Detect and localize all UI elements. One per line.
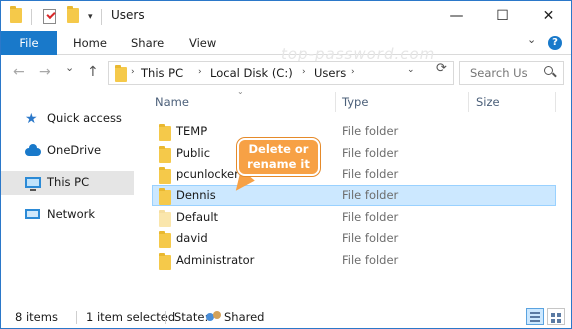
large-icons-view-button[interactable] bbox=[547, 308, 565, 325]
file-type: File folder bbox=[342, 188, 399, 202]
list-item[interactable]: Administrator File folder bbox=[152, 250, 556, 271]
help-icon[interactable]: ? bbox=[548, 36, 562, 50]
sidebar-item-label: OneDrive bbox=[47, 143, 102, 157]
window-title: Users bbox=[111, 8, 145, 22]
list-item[interactable]: TEMP File folder bbox=[152, 121, 556, 142]
crumb-separator: › bbox=[302, 67, 306, 77]
ribbon-expand-icon[interactable]: ⌄ bbox=[527, 28, 536, 52]
file-type: File folder bbox=[342, 253, 399, 267]
file-name: david bbox=[176, 231, 208, 245]
list-item-selected[interactable]: Dennis File folder bbox=[152, 185, 556, 206]
annotation-callout: Delete or rename it bbox=[237, 138, 320, 176]
search-box[interactable]: Search Us bbox=[459, 61, 564, 85]
column-divider[interactable] bbox=[468, 92, 469, 112]
address-dropdown-icon[interactable]: ⌄ bbox=[407, 65, 415, 75]
search-icon[interactable] bbox=[544, 66, 557, 80]
file-type: File folder bbox=[342, 124, 399, 138]
explorer-window: ▾ Users — ☐ ✕ File Home Share View ⌄ ? t… bbox=[0, 0, 572, 329]
title-divider bbox=[101, 9, 102, 25]
list-item[interactable]: Public File folder bbox=[152, 143, 556, 164]
breadcrumb-users[interactable]: Users bbox=[314, 66, 346, 80]
quick-access-dropdown-icon[interactable]: ▾ bbox=[88, 12, 93, 22]
state-label: State: bbox=[174, 310, 209, 324]
column-header: ⌄ Name Type Size bbox=[145, 87, 571, 114]
file-name: Default bbox=[176, 210, 219, 224]
address-bar[interactable]: › This PC › Local Disk (C:) › Users › bbox=[108, 61, 454, 85]
file-name: pcunlocker bbox=[176, 167, 239, 181]
state-value: Shared bbox=[224, 310, 265, 324]
file-type: File folder bbox=[342, 231, 399, 245]
list-item[interactable]: david File folder bbox=[152, 228, 556, 249]
callout-line-2: rename it bbox=[247, 157, 310, 171]
crumb-separator: › bbox=[351, 67, 355, 77]
forward-button[interactable]: → bbox=[39, 64, 51, 80]
up-button[interactable]: ↑ bbox=[87, 64, 99, 80]
toolbar-divider bbox=[31, 9, 32, 25]
back-button[interactable]: ← bbox=[13, 64, 25, 80]
file-type: File folder bbox=[342, 210, 399, 224]
sidebar-item-onedrive[interactable]: OneDrive bbox=[1, 139, 134, 163]
list-item[interactable]: pcunlocker File folder bbox=[152, 164, 556, 185]
network-icon bbox=[25, 209, 40, 219]
shared-people-icon bbox=[206, 311, 222, 324]
tab-share[interactable]: Share bbox=[131, 31, 164, 55]
file-name: TEMP bbox=[176, 124, 208, 138]
column-name[interactable]: Name bbox=[155, 95, 189, 109]
tab-file[interactable]: File bbox=[1, 31, 57, 55]
maximize-button[interactable]: ☐ bbox=[480, 1, 525, 31]
cloud-icon bbox=[25, 144, 41, 156]
sidebar-item-label: Network bbox=[47, 207, 96, 221]
minimize-button[interactable]: — bbox=[434, 1, 479, 31]
sidebar-item-network[interactable]: Network bbox=[1, 203, 134, 227]
breadcrumb-local-disk[interactable]: Local Disk (C:) bbox=[210, 66, 293, 80]
monitor-icon bbox=[25, 177, 41, 191]
file-name: Administrator bbox=[176, 253, 255, 267]
file-type: File folder bbox=[342, 167, 399, 181]
sidebar-item-quick-access[interactable]: ★ Quick access bbox=[1, 107, 134, 131]
column-divider[interactable] bbox=[335, 92, 336, 112]
sidebar-item-label: Quick access bbox=[47, 111, 122, 125]
star-icon: ★ bbox=[25, 111, 38, 127]
column-type[interactable]: Type bbox=[342, 95, 368, 109]
title-bar: ▾ Users — ☐ ✕ bbox=[1, 1, 571, 31]
breadcrumb-this-pc[interactable]: This PC bbox=[141, 66, 183, 80]
properties-check-icon[interactable] bbox=[43, 9, 56, 24]
navigation-pane: ★ Quick access OneDrive This PC Network bbox=[1, 90, 134, 300]
sort-indicator-icon: ⌄ bbox=[237, 87, 244, 96]
column-size[interactable]: Size bbox=[476, 95, 500, 109]
sidebar-item-this-pc[interactable]: This PC bbox=[1, 171, 134, 195]
crumb-separator: › bbox=[131, 67, 135, 77]
refresh-button[interactable]: ⟳ bbox=[436, 61, 447, 76]
file-name: Dennis bbox=[176, 188, 216, 202]
callout-line-1: Delete or bbox=[248, 142, 309, 156]
search-placeholder: Search Us bbox=[470, 66, 528, 80]
file-name: Public bbox=[176, 146, 211, 160]
list-item[interactable]: Default File folder bbox=[152, 207, 556, 228]
recent-locations-button[interactable]: ⌄ bbox=[65, 61, 74, 74]
selection-count: 1 item selected bbox=[86, 310, 176, 324]
sidebar-item-label: This PC bbox=[47, 175, 90, 189]
item-count: 8 items bbox=[15, 310, 58, 324]
status-bar: 8 items 1 item selected State: Shared bbox=[1, 306, 571, 328]
tab-home[interactable]: Home bbox=[73, 31, 107, 55]
details-view-button[interactable] bbox=[526, 308, 544, 325]
status-divider bbox=[165, 311, 166, 324]
close-button[interactable]: ✕ bbox=[526, 1, 571, 31]
tab-view[interactable]: View bbox=[189, 31, 216, 55]
status-divider bbox=[76, 311, 77, 324]
file-type: File folder bbox=[342, 146, 399, 160]
address-row: ← → ⌄ ↑ › This PC › Local Disk (C:) › Us… bbox=[1, 56, 571, 90]
crumb-separator: › bbox=[198, 67, 202, 77]
column-divider[interactable] bbox=[555, 92, 556, 112]
